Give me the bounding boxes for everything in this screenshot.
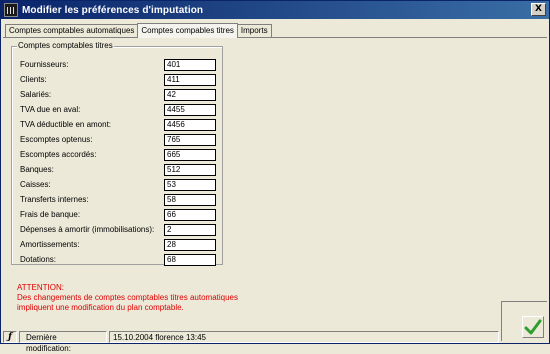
row-dotations: Dotations: 68 [20,254,216,266]
close-icon: X [535,4,542,14]
row-banques: Banques: 512 [20,164,216,176]
preferences-window: Modifier les préférences d'imputation X … [0,0,550,353]
row-tva-due: TVA due en aval: 4455 [20,104,216,116]
row-transferts: Transferts internes: 58 [20,194,216,206]
row-clients: Clients: 411 [20,74,216,86]
row-amortissements: Amortissements: 28 [20,239,216,251]
row-tva-deductible: TVA déductible en amont: 4456 [20,119,216,131]
caisses-field[interactable]: 53 [164,179,216,191]
tab-panel: Comptes comptables titres Fournisseurs: … [3,37,547,327]
field-label: TVA déductible en amont: [20,120,112,129]
field-label: Salariés: [20,90,52,99]
frais-banque-field[interactable]: 66 [164,209,216,221]
transferts-field[interactable]: 58 [164,194,216,206]
tab-imports[interactable]: Imports [236,24,272,37]
row-salaries: Salariés: 42 [20,89,216,101]
escomptes-accordes-field[interactable]: 665 [164,149,216,161]
groupbox-title: Comptes comptables titres [17,41,114,50]
fournisseurs-field[interactable]: 401 [164,59,216,71]
field-label: Transferts internes: [20,195,89,204]
field-label: TVA due en aval: [20,105,81,114]
banques-field[interactable]: 512 [164,164,216,176]
field-label: Clients: [20,75,47,84]
field-label: Caisses: [20,180,51,189]
salaries-field[interactable]: 42 [164,89,216,101]
app-icon[interactable] [4,3,18,17]
status-bar: ƒ Dernière modification: 15.10.2004 flor… [3,330,503,353]
field-label: Escomptes accordés: [20,150,97,159]
ok-area [501,301,547,341]
dotations-field[interactable]: 68 [164,254,216,266]
warning-message: ATTENTION: Des changements de comptes co… [17,283,257,313]
field-label: Fournisseurs: [20,60,69,69]
warning-title: ATTENTION: [17,283,64,292]
window-title: Modifier les préférences d'imputation [22,4,204,16]
tab-comptes-titres[interactable]: Comptes compables titres [137,23,238,38]
row-fournisseurs: Fournisseurs: 401 [20,59,216,71]
tva-due-field[interactable]: 4455 [164,104,216,116]
tab-strip: Comptes comptables automatiques Comptes … [5,22,272,38]
last-modified-value: 15.10.2004 florence 13:45 [109,330,499,343]
last-modified-label: Dernière modification: [19,330,107,353]
row-depenses-amortir: Dépenses à amortir (immobilisations): 2 [20,224,216,236]
tab-comptes-automatiques[interactable]: Comptes comptables automatiques [5,24,139,37]
depenses-amortir-field[interactable]: 2 [164,224,216,236]
field-label: Amortissements: [20,240,80,249]
ok-button[interactable] [522,316,544,338]
tva-deductible-field[interactable]: 4456 [164,119,216,131]
field-label: Banques: [20,165,54,174]
title-bar[interactable]: Modifier les préférences d'imputation X [1,1,549,19]
field-label: Dépenses à amortir (immobilisations): [20,225,155,234]
field-label: Dotations: [20,255,57,264]
warning-body: Des changements de comptes comptables ti… [17,293,239,312]
accounts-groupbox: Comptes comptables titres Fournisseurs: … [11,41,223,266]
clients-field[interactable]: 411 [164,74,216,86]
escomptes-obtenus-field[interactable]: 765 [164,134,216,146]
field-label: Escomptes optenus: [20,135,93,144]
amortissements-field[interactable]: 28 [164,239,216,251]
row-escomptes-accordes: Escomptes accordés: 665 [20,149,216,161]
row-escomptes-obtenus: Escomptes optenus: 765 [20,134,216,146]
close-button[interactable]: X [531,3,546,16]
row-caisses: Caisses: 53 [20,179,216,191]
checkmark-icon [524,319,542,335]
function-icon[interactable]: ƒ [3,330,17,343]
field-label: Frais de banque: [20,210,81,219]
row-frais-banque: Frais de banque: 66 [20,209,216,221]
